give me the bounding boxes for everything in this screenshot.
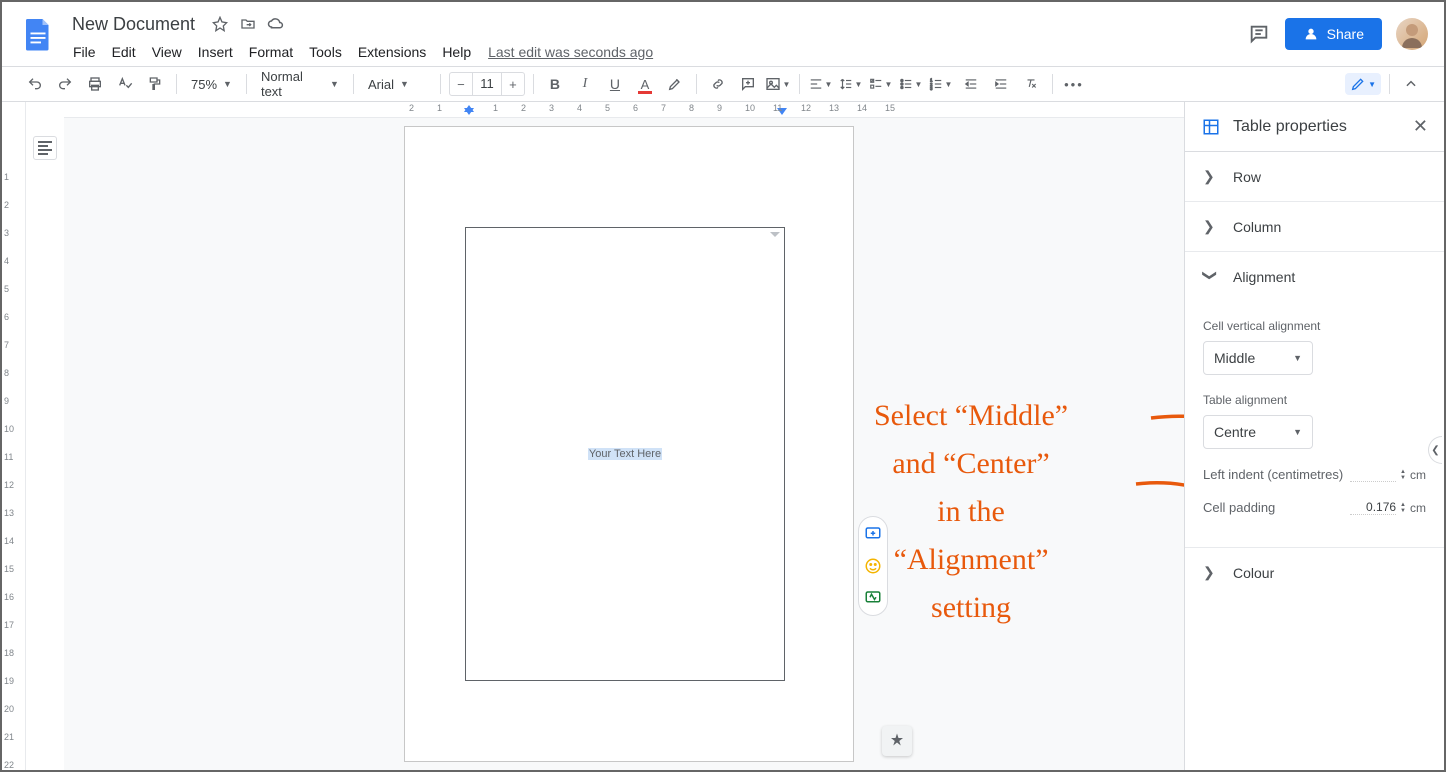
annotation-arrow-2 xyxy=(1134,472,1184,517)
left-indent-label: Left indent (centimetres) xyxy=(1203,467,1343,482)
text-color-button[interactable]: A xyxy=(632,71,658,97)
insert-image-button[interactable]: ▼ xyxy=(765,71,791,97)
outline-toggle-button[interactable] xyxy=(33,136,57,160)
style-select[interactable]: Normal text▼ xyxy=(255,72,345,96)
last-edit-link[interactable]: Last edit was seconds ago xyxy=(488,44,653,60)
undo-button[interactable] xyxy=(22,71,48,97)
font-select[interactable]: Arial▼ xyxy=(362,72,432,96)
font-size-value[interactable]: 11 xyxy=(472,73,502,95)
cloud-status-icon[interactable] xyxy=(267,15,285,33)
font-size-increase[interactable]: + xyxy=(502,77,524,92)
collapse-toolbar-button[interactable] xyxy=(1398,71,1424,97)
cell-dropdown-icon[interactable] xyxy=(770,232,780,237)
bold-button[interactable]: B xyxy=(542,71,568,97)
table-cell[interactable]: Your Text Here xyxy=(465,227,785,681)
line-spacing-button[interactable]: ▼ xyxy=(838,71,864,97)
menu-bar: File Edit View Insert Format Tools Exten… xyxy=(66,40,1247,64)
underline-button[interactable]: U xyxy=(602,71,628,97)
menu-format[interactable]: Format xyxy=(242,42,300,62)
alignment-section-header[interactable]: ❯ Alignment xyxy=(1185,252,1444,301)
column-section[interactable]: ❯ Column xyxy=(1185,202,1444,252)
spellcheck-button[interactable] xyxy=(112,71,138,97)
menu-edit[interactable]: Edit xyxy=(105,42,143,62)
cell-text-content[interactable]: Your Text Here xyxy=(588,448,662,460)
close-panel-button[interactable]: ✕ xyxy=(1413,116,1428,137)
docs-logo[interactable] xyxy=(18,14,58,54)
menu-file[interactable]: File xyxy=(66,42,103,62)
annotation-text: Select “Middle” and “Center” in the “Ali… xyxy=(874,392,1068,632)
svg-text:3: 3 xyxy=(931,86,934,91)
share-label: Share xyxy=(1327,26,1364,42)
comment-history-icon[interactable] xyxy=(1247,22,1271,46)
stepper-icon: ▲▼ xyxy=(1400,469,1406,481)
align-button[interactable]: ▼ xyxy=(808,71,834,97)
table-align-dropdown[interactable]: Centre▼ xyxy=(1203,415,1313,449)
vertical-ruler: 12345678910111213141516171819202122 xyxy=(2,102,26,770)
font-size-stepper[interactable]: − 11 + xyxy=(449,72,525,96)
toolbar: 75%▼ Normal text▼ Arial▼ − 11 + B I U A … xyxy=(2,66,1444,102)
add-comment-button[interactable] xyxy=(735,71,761,97)
table-align-label: Table alignment xyxy=(1203,393,1426,407)
clear-formatting-button[interactable] xyxy=(1018,71,1044,97)
print-button[interactable] xyxy=(82,71,108,97)
horizontal-ruler: 21123456789101112131415 xyxy=(64,102,1184,118)
chevron-right-icon: ❯ xyxy=(1203,168,1217,185)
panel-title: Table properties xyxy=(1233,118,1401,136)
annotation-arrow-1 xyxy=(1149,404,1184,444)
chevron-right-icon: ❯ xyxy=(1203,218,1217,235)
account-avatar[interactable] xyxy=(1396,18,1428,50)
menu-help[interactable]: Help xyxy=(435,42,478,62)
colour-section[interactable]: ❯ Colour xyxy=(1185,548,1444,597)
zoom-select[interactable]: 75%▼ xyxy=(185,72,238,96)
insert-link-button[interactable] xyxy=(705,71,731,97)
increase-indent-button[interactable] xyxy=(988,71,1014,97)
menu-view[interactable]: View xyxy=(145,42,189,62)
document-title[interactable]: New Document xyxy=(66,12,201,37)
left-indent-input xyxy=(1350,467,1396,482)
menu-insert[interactable]: Insert xyxy=(191,42,240,62)
cell-valign-dropdown[interactable]: Middle▼ xyxy=(1203,341,1313,375)
share-button[interactable]: Share xyxy=(1285,18,1382,50)
redo-button[interactable] xyxy=(52,71,78,97)
move-icon[interactable] xyxy=(239,15,257,33)
numbered-list-button[interactable]: 123▼ xyxy=(928,71,954,97)
italic-button[interactable]: I xyxy=(572,71,598,97)
decrease-indent-button[interactable] xyxy=(958,71,984,97)
chevron-down-icon: ❯ xyxy=(1202,270,1219,284)
highlight-color-button[interactable] xyxy=(662,71,688,97)
font-size-decrease[interactable]: − xyxy=(450,77,472,92)
paint-format-button[interactable] xyxy=(142,71,168,97)
chevron-right-icon: ❯ xyxy=(1203,564,1217,581)
bulleted-list-button[interactable]: ▼ xyxy=(898,71,924,97)
document-page[interactable]: Your Text Here xyxy=(404,126,854,762)
table-icon xyxy=(1201,117,1221,137)
editing-mode-button[interactable]: ▼ xyxy=(1345,73,1381,95)
cell-valign-label: Cell vertical alignment xyxy=(1203,319,1426,333)
stepper-icon[interactable]: ▲▼ xyxy=(1400,502,1406,514)
table-properties-panel: Table properties ✕ ❯ Row ❯ Column ❯ Alig… xyxy=(1184,102,1444,770)
menu-tools[interactable]: Tools xyxy=(302,42,349,62)
star-icon[interactable] xyxy=(211,15,229,33)
explore-button[interactable] xyxy=(882,726,912,756)
row-section[interactable]: ❯ Row xyxy=(1185,152,1444,202)
cell-padding-input[interactable] xyxy=(1350,500,1396,515)
checklist-button[interactable]: ▼ xyxy=(868,71,894,97)
more-button[interactable]: ••• xyxy=(1061,71,1087,97)
menu-extensions[interactable]: Extensions xyxy=(351,42,433,62)
cell-padding-label: Cell padding xyxy=(1203,500,1275,515)
